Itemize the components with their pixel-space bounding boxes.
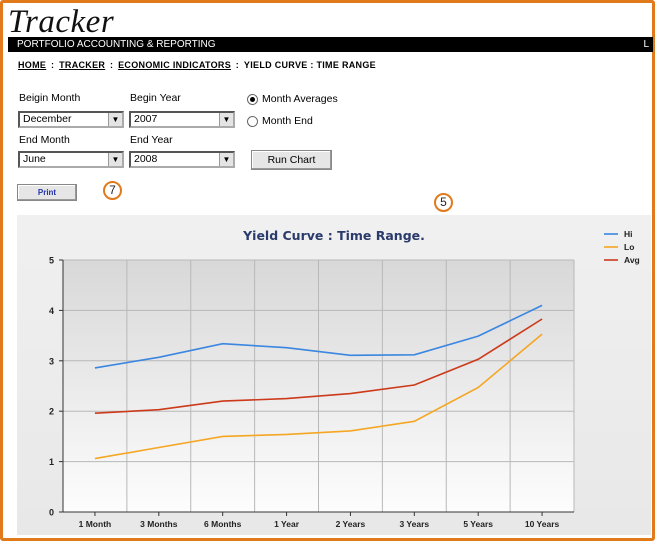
app-subtitle: PORTFOLIO ACCOUNTING & REPORTING bbox=[17, 39, 216, 50]
x-tick-label: 5 Years bbox=[463, 519, 493, 529]
chevron-down-icon[interactable]: ▼ bbox=[108, 113, 122, 126]
chevron-down-icon[interactable]: ▼ bbox=[219, 113, 233, 126]
breadcrumb-current: YIELD CURVE : TIME RANGE bbox=[243, 60, 376, 70]
begin-year-select[interactable]: 2007 ▼ bbox=[129, 111, 235, 128]
yield-curve-chart: Yield Curve : Time Range. 0 1 2 3 4 5 1 Month 3 … bbox=[49, 228, 640, 529]
legend-label-hi: Hi bbox=[624, 229, 633, 239]
annotation-badge: 7 bbox=[103, 181, 122, 200]
breadcrumb-home-link[interactable]: HOME bbox=[18, 60, 46, 70]
x-tick-label: 3 Years bbox=[399, 519, 429, 529]
legend-label-lo: Lo bbox=[624, 242, 634, 252]
annotation-badge: 5 bbox=[434, 193, 453, 212]
radio-month-end-label: Month End bbox=[262, 115, 313, 127]
y-tick-label: 4 bbox=[49, 306, 54, 316]
run-chart-button[interactable]: Run Chart bbox=[251, 150, 332, 170]
breadcrumb-economic-indicators-link[interactable]: ECONOMIC INDICATORS bbox=[118, 60, 231, 70]
x-tick-label: 2 Years bbox=[336, 519, 366, 529]
x-tick-label: 10 Years bbox=[525, 519, 560, 529]
end-month-value: June bbox=[23, 153, 46, 165]
radio-button-selected[interactable] bbox=[247, 93, 258, 105]
x-tick-label: 6 Months bbox=[204, 519, 242, 529]
y-tick-label: 1 bbox=[49, 457, 54, 467]
y-tick-label: 0 bbox=[49, 508, 54, 518]
breadcrumb: HOME : TRACKER : ECONOMIC INDICATORS : Y… bbox=[18, 60, 376, 70]
begin-month-label: Beigin Month bbox=[19, 92, 81, 104]
y-tick-label: 3 bbox=[49, 356, 54, 366]
radio-button[interactable] bbox=[247, 115, 258, 127]
end-year-value: 2008 bbox=[134, 153, 158, 165]
begin-year-value: 2007 bbox=[134, 113, 158, 125]
header-right-text[interactable]: L bbox=[643, 37, 649, 52]
chevron-down-icon[interactable]: ▼ bbox=[108, 153, 122, 166]
chart-panel: Yield Curve : Time Range. 0 1 2 3 4 5 1 Month 3 … bbox=[17, 215, 651, 535]
breadcrumb-tracker-link[interactable]: TRACKER bbox=[59, 60, 105, 70]
radio-month-averages[interactable]: Month Averages bbox=[247, 93, 338, 105]
x-tick-label: 1 Year bbox=[274, 519, 300, 529]
header-bar: PORTFOLIO ACCOUNTING & REPORTING L bbox=[8, 37, 653, 52]
x-tick-label: 1 Month bbox=[79, 519, 112, 529]
begin-month-value: December bbox=[23, 113, 72, 125]
chart-title: Yield Curve : Time Range. bbox=[242, 228, 425, 243]
chevron-down-icon[interactable]: ▼ bbox=[219, 153, 233, 166]
end-month-select[interactable]: June ▼ bbox=[18, 151, 124, 168]
end-year-select[interactable]: 2008 ▼ bbox=[129, 151, 235, 168]
y-tick-label: 2 bbox=[49, 407, 54, 417]
radio-month-end[interactable]: Month End bbox=[247, 115, 313, 127]
begin-month-select[interactable]: December ▼ bbox=[18, 111, 124, 128]
end-month-label: End Month bbox=[19, 134, 70, 146]
radio-month-averages-label: Month Averages bbox=[262, 93, 338, 105]
begin-year-label: Begin Year bbox=[130, 92, 181, 104]
end-year-label: End Year bbox=[130, 134, 173, 146]
legend-label-avg: Avg bbox=[624, 255, 640, 265]
print-button[interactable]: Print bbox=[17, 184, 77, 201]
y-tick-label: 5 bbox=[49, 256, 54, 266]
app-logo: Tracker bbox=[8, 4, 115, 40]
x-tick-label: 3 Months bbox=[140, 519, 178, 529]
